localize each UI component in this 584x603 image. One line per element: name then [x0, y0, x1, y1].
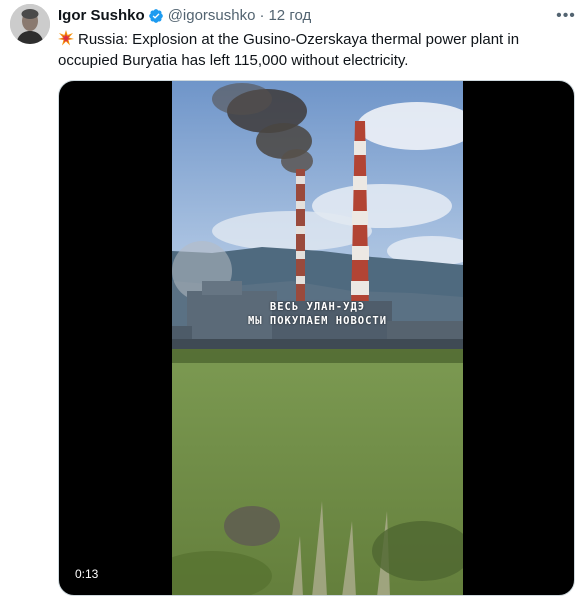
tweet[interactable]: Igor Sushko @igorsushko · 12 год ••• Rus… — [0, 0, 584, 603]
video-caption-line-1: ВЕСЬ УЛАН-УДЭ — [269, 301, 366, 313]
tweet-header: Igor Sushko @igorsushko · 12 год — [58, 6, 311, 26]
author-handle[interactable]: @igorsushko — [168, 6, 256, 26]
tweet-text: Russia: Explosion at the Gusino-Ozerskay… — [58, 29, 558, 71]
video-still — [172, 81, 463, 595]
timestamp[interactable]: 12 год — [268, 6, 311, 26]
author-name[interactable]: Igor Sushko — [58, 6, 145, 26]
collision-icon — [58, 30, 74, 46]
separator-dot: · — [259, 7, 265, 24]
avatar[interactable] — [10, 4, 50, 44]
video-frame[interactable]: ВЕСЬ УЛАН-УДЭ МЫ ПОКУПАЕМ НОВОСТИ — [172, 81, 463, 595]
tweet-body: Russia: Explosion at the Gusino-Ozerskay… — [58, 31, 520, 69]
video-duration: 0:13 — [71, 565, 103, 583]
verified-badge-icon — [148, 9, 163, 23]
video-caption-line-2: МЫ ПОКУПАЕМ НОВОСТИ — [247, 315, 388, 327]
ellipsis-icon: ••• — [556, 7, 576, 24]
video-player[interactable]: ВЕСЬ УЛАН-УДЭ МЫ ПОКУПАЕМ НОВОСТИ 0:13 — [58, 80, 575, 596]
more-options-button[interactable]: ••• — [554, 4, 578, 28]
